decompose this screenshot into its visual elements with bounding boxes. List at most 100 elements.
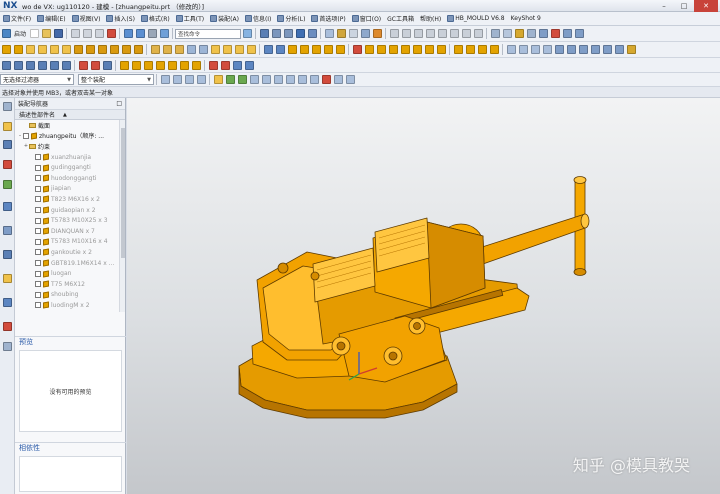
subtract-icon[interactable]	[162, 45, 172, 54]
menu-insert[interactable]: 插入(S)	[103, 12, 138, 26]
preview-section-header[interactable]: 预览	[15, 336, 126, 347]
sew-icon[interactable]	[323, 45, 333, 54]
grid-icon[interactable]	[562, 29, 572, 38]
reset-snap-icon[interactable]	[345, 75, 355, 84]
tree-row[interactable]: dingu...	[15, 311, 125, 312]
make-unique-icon[interactable]	[179, 60, 189, 70]
visibility-checkbox[interactable]	[23, 132, 29, 139]
mirror-assembly-icon[interactable]	[49, 60, 59, 70]
hd3d-tools-tab-icon[interactable]	[3, 202, 12, 211]
visibility-checkbox[interactable]	[35, 260, 41, 267]
trim-body-icon[interactable]	[186, 45, 196, 54]
general-selection-icon[interactable]	[172, 75, 182, 84]
tree-row[interactable]: luodingM x 2	[15, 300, 125, 311]
spline-icon[interactable]	[437, 29, 447, 38]
menu-info[interactable]: 信息(I)	[242, 12, 274, 26]
system-materials-tab-icon[interactable]	[3, 274, 12, 283]
control-point-icon[interactable]	[249, 75, 259, 84]
tree-row[interactable]: guidaopian x 2	[15, 205, 125, 216]
reuse-library-tab-icon[interactable]	[3, 180, 12, 189]
zoom-icon[interactable]	[271, 29, 281, 38]
move-face-icon[interactable]	[364, 45, 374, 54]
menu-format[interactable]: 格式(R)	[138, 12, 173, 26]
replace-face-icon[interactable]	[388, 45, 398, 54]
cone-icon[interactable]	[49, 45, 59, 54]
mirror-feature-icon[interactable]	[275, 45, 285, 54]
arc-center-icon[interactable]	[273, 75, 283, 84]
offset-curve-icon[interactable]	[473, 29, 483, 38]
patch-icon[interactable]	[335, 45, 345, 54]
menu-preferences[interactable]: 首选项(P)	[308, 12, 348, 26]
edge-blend-icon[interactable]	[210, 45, 220, 54]
mirror-face-icon[interactable]	[436, 45, 446, 54]
menu-tools[interactable]: 工具(T)	[173, 12, 207, 26]
replace-component-icon[interactable]	[167, 60, 177, 70]
tree-row[interactable]: shoubing	[15, 290, 125, 301]
dependency-section-header[interactable]: 相依性	[15, 442, 126, 453]
menu-view[interactable]: 视图(V)	[69, 12, 104, 26]
stop-icon[interactable]	[550, 29, 560, 38]
shell-icon[interactable]	[234, 45, 244, 54]
visibility-checkbox[interactable]	[35, 154, 41, 161]
analysis-icon[interactable]	[502, 29, 512, 38]
extrude-icon[interactable]	[1, 45, 11, 54]
part-navigator-icon[interactable]	[578, 45, 588, 54]
snap-point-icon[interactable]	[213, 75, 223, 84]
copy-icon[interactable]	[82, 29, 92, 38]
reference-set-icon[interactable]	[131, 60, 141, 70]
datum-plane-icon[interactable]	[518, 45, 528, 54]
visibility-checkbox[interactable]	[35, 207, 41, 214]
arc-icon[interactable]	[401, 29, 411, 38]
vise-assembly-model[interactable]	[127, 98, 720, 494]
redo-icon[interactable]	[135, 29, 145, 38]
electrode-icon[interactable]	[232, 60, 242, 70]
add-component-icon[interactable]	[1, 60, 11, 70]
start-button[interactable]: 启动	[14, 29, 26, 38]
lasso-select-icon[interactable]	[196, 75, 206, 84]
parting-tool-icon[interactable]	[220, 60, 230, 70]
polygon-icon[interactable]	[449, 29, 459, 38]
tree-row[interactable]: DIANQUAN x 7	[15, 226, 125, 237]
split-body-icon[interactable]	[198, 45, 208, 54]
new-file-icon[interactable]	[29, 29, 39, 38]
point-icon[interactable]	[425, 29, 435, 38]
sweep-icon[interactable]	[453, 45, 463, 54]
datum-csys-icon[interactable]	[542, 45, 552, 54]
sketch-icon[interactable]	[554, 45, 564, 54]
tree-row[interactable]: T823 M6X16 x 2	[15, 194, 125, 205]
assembly-constraint-icon[interactable]	[25, 60, 35, 70]
bom-icon[interactable]	[244, 60, 254, 70]
pattern-face-icon[interactable]	[424, 45, 434, 54]
visibility-checkbox[interactable]	[35, 185, 41, 192]
wcs-icon[interactable]	[506, 45, 516, 54]
mould-tool-icon[interactable]	[208, 60, 218, 70]
cylinder-icon[interactable]	[37, 45, 47, 54]
navigator-column-header[interactable]: 描述性部件名 ▲	[15, 110, 125, 120]
visibility-checkbox[interactable]	[35, 217, 41, 224]
color-icon[interactable]	[626, 45, 636, 54]
menu-assembly[interactable]: 装配(A)	[207, 12, 242, 26]
exploded-view-icon[interactable]	[78, 60, 88, 70]
tube-icon[interactable]	[465, 45, 475, 54]
measure-icon[interactable]	[490, 29, 500, 38]
tree-row[interactable]: luogan	[15, 268, 125, 279]
minimize-button[interactable]: –	[654, 0, 674, 12]
thread-icon[interactable]	[477, 45, 487, 54]
roles-tab-icon[interactable]	[3, 322, 12, 331]
visibility-checkbox[interactable]	[35, 281, 41, 288]
bounded-grid-point-icon[interactable]	[333, 75, 343, 84]
menu-analysis[interactable]: 分析(L)	[274, 12, 308, 26]
tree-row[interactable]: gankoutie x 2	[15, 247, 125, 258]
visibility-checkbox[interactable]	[35, 302, 41, 309]
intersect-icon[interactable]	[174, 45, 184, 54]
menu-hb-mould[interactable]: HB_MOULD V6.8	[444, 12, 507, 26]
close-button[interactable]: ✕	[694, 0, 718, 12]
maximize-panel-icon[interactable]: □	[116, 100, 122, 107]
mid-point-icon[interactable]	[237, 75, 247, 84]
menu-help[interactable]: 帮助(H)	[417, 12, 444, 26]
highlight-icon[interactable]	[514, 29, 524, 38]
display-product-outline-icon[interactable]	[191, 60, 201, 70]
paste-icon[interactable]	[94, 29, 104, 38]
tree-row[interactable]: T5783 M10X25 x 3	[15, 215, 125, 226]
table-icon[interactable]	[574, 29, 584, 38]
